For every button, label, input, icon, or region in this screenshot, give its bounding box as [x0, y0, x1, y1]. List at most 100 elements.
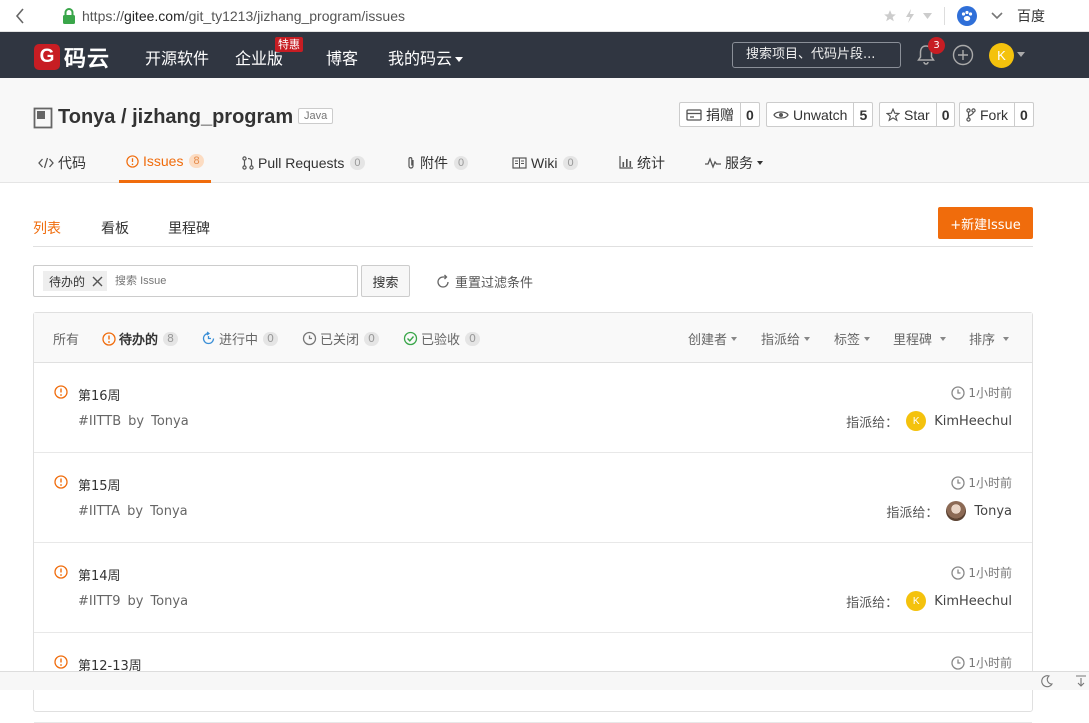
tab-stats-label: 统计: [637, 154, 665, 171]
issue-open-icon: [54, 655, 68, 669]
issue-row[interactable]: 第16周 #IITTB by Tonya 1小时前 指派给： K KimHeechul: [34, 363, 1032, 453]
issue-open-icon: [126, 154, 139, 168]
nav-my-gitee-label: 我的码云: [388, 49, 453, 68]
moon-icon[interactable]: [1040, 675, 1053, 688]
filter-assignee-dropdown[interactable]: 指派给: [761, 329, 811, 348]
status-progressing[interactable]: 进行中 0: [201, 329, 279, 348]
status-closed[interactable]: 已关闭 0: [302, 329, 380, 348]
nav-blog[interactable]: 博客: [326, 45, 358, 69]
divider: [944, 6, 945, 25]
address-bar[interactable]: https://gitee.com/git_ty1213/jizhang_pro…: [40, 0, 883, 32]
issue-row[interactable]: 第14周 #IITT9 by Tonya 1小时前 指派给： K KimHeechul: [34, 543, 1032, 633]
star-label: Star: [904, 106, 930, 123]
tab-services[interactable]: 服务: [705, 142, 763, 183]
pulse-icon: [705, 156, 721, 169]
status-accepted[interactable]: 已验收 0: [403, 329, 481, 348]
tab-stats[interactable]: 统计: [619, 142, 665, 183]
user-avatar[interactable]: K: [989, 43, 1014, 68]
subtab-board[interactable]: 看板: [101, 218, 129, 238]
search-button[interactable]: 搜索: [361, 265, 410, 297]
issue-id[interactable]: #IITT9: [78, 594, 121, 609]
issue-title[interactable]: 第15周: [78, 475, 121, 494]
tab-wiki[interactable]: Wiki 0: [512, 142, 578, 183]
issue-id[interactable]: #IITTB: [78, 414, 121, 429]
promo-badge: 特惠: [275, 37, 303, 52]
issue-meta: #IITT9 by Tonya: [78, 594, 188, 609]
assign-label: 指派给：: [846, 415, 899, 431]
issue-time: 1小时前: [951, 384, 1012, 401]
tab-pull-requests[interactable]: Pull Requests 0: [242, 142, 365, 183]
tab-wiki-count: 0: [563, 155, 578, 170]
issue-title[interactable]: 第14周: [78, 565, 121, 584]
assignee-avatar[interactable]: [946, 501, 967, 521]
issue-id[interactable]: #IITTA: [78, 504, 120, 519]
tab-attachments-label: 附件: [420, 154, 448, 171]
issue-author[interactable]: Tonya: [150, 594, 188, 609]
tab-attachments[interactable]: 附件 0: [406, 142, 469, 183]
url-prefix: https://: [82, 7, 125, 24]
new-issue-button[interactable]: +新建Issue: [938, 207, 1033, 239]
tab-code[interactable]: 代码: [38, 142, 86, 183]
issue-search-input[interactable]: [115, 275, 266, 287]
back-button[interactable]: [0, 0, 40, 32]
code-icon: [38, 157, 54, 169]
assignee-avatar[interactable]: K: [906, 411, 927, 431]
issue-open-icon: [102, 331, 116, 346]
status-all[interactable]: 所有: [53, 329, 79, 348]
status-open-count: 8: [163, 331, 179, 346]
reset-filters-button[interactable]: 重置过滤条件: [435, 272, 533, 291]
fork-button[interactable]: Fork 0: [959, 102, 1034, 127]
issue-author[interactable]: Tonya: [151, 414, 189, 429]
unwatch-button[interactable]: Unwatch 5: [766, 102, 874, 127]
plus-icon[interactable]: [952, 44, 974, 66]
assign-label: 指派给：: [846, 595, 899, 611]
project-title[interactable]: Tonya / jizhang_program: [58, 106, 293, 129]
url-host: gitee.com: [124, 7, 185, 24]
lightning-icon[interactable]: [905, 8, 915, 23]
filter-assignee-label: 指派给: [761, 333, 801, 348]
logo-text: 码云: [64, 47, 111, 72]
caret-down-icon: [757, 160, 763, 165]
issue-row[interactable]: 第15周 #IITTA by Tonya 1小时前 指派给： Tonya: [34, 453, 1032, 543]
logo-mark: G: [34, 44, 60, 70]
issue-title[interactable]: 第16周: [78, 385, 121, 404]
assignee-avatar[interactable]: K: [906, 591, 927, 611]
status-closed-label: 已关闭: [320, 333, 360, 348]
status-closed-count: 0: [364, 331, 380, 346]
issue-meta: #IITTA by Tonya: [78, 504, 188, 519]
filter-milestone-dropdown[interactable]: 里程碑: [893, 329, 947, 348]
issue-open-icon: [54, 385, 68, 399]
sort-label: 排序: [969, 333, 996, 348]
donate-button[interactable]: 捐赠 0: [679, 102, 760, 127]
subtab-milestones[interactable]: 里程碑: [168, 218, 210, 238]
filter-milestone-label: 里程碑: [893, 333, 933, 348]
star-count: 0: [935, 103, 955, 126]
filter-author-dropdown[interactable]: 创建者: [688, 329, 738, 348]
assignee-name[interactable]: Tonya: [974, 504, 1012, 519]
issue-author[interactable]: Tonya: [150, 504, 188, 519]
browser-status-bar: [0, 671, 1089, 690]
fork-count: 0: [1014, 103, 1033, 126]
nav-my-gitee[interactable]: 我的码云: [388, 45, 464, 69]
chevron-down-icon[interactable]: [923, 12, 932, 19]
tab-issues[interactable]: Issues 8: [119, 142, 211, 183]
sort-dropdown[interactable]: 排序: [969, 329, 1010, 348]
status-open[interactable]: 待办的 8: [102, 329, 179, 348]
star-button[interactable]: Star 0: [879, 102, 956, 127]
global-search-input[interactable]: 搜索项目、代码片段...: [732, 42, 901, 68]
nav-open-source[interactable]: 开源软件: [145, 45, 209, 69]
logo[interactable]: G 码云: [34, 41, 110, 73]
issue-search-box[interactable]: 待办的: [33, 265, 358, 297]
tab-pull-requests-label: Pull Requests: [258, 154, 345, 171]
assignee-name[interactable]: KimHeechul: [934, 414, 1012, 429]
subtab-list[interactable]: 列表: [33, 218, 61, 238]
issue-subnav: 列表 看板 里程碑 +新建Issue: [33, 206, 1033, 247]
assignee-name[interactable]: KimHeechul: [934, 594, 1012, 609]
filter-label-dropdown[interactable]: 标签: [834, 329, 871, 348]
download-icon[interactable]: [1075, 675, 1087, 688]
caret-down-icon[interactable]: [1017, 52, 1025, 57]
search-engine-selector[interactable]: 百度: [957, 5, 1045, 26]
language-tag[interactable]: Java: [298, 108, 334, 124]
close-icon[interactable]: [92, 276, 103, 287]
star-icon[interactable]: [883, 9, 897, 23]
